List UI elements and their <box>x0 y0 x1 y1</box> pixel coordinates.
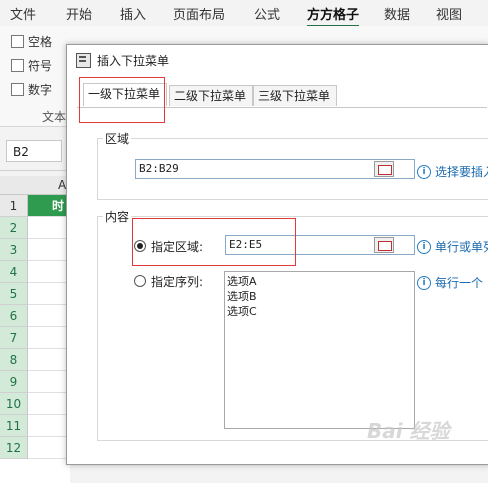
tab-formulas[interactable]: 公式 <box>254 4 280 23</box>
cell[interactable] <box>28 349 70 371</box>
cell[interactable] <box>28 393 70 415</box>
sequence-item: 选项C <box>227 305 257 318</box>
checkbox-number-label: 数字 <box>28 83 53 97</box>
cell[interactable] <box>28 283 70 305</box>
range-picker-icon[interactable] <box>374 161 394 177</box>
highlight-box-tab <box>79 77 165 123</box>
column-header-a[interactable]: A <box>58 178 66 192</box>
cell[interactable] <box>28 371 70 393</box>
divider <box>0 170 70 171</box>
row-header[interactable]: 11 <box>0 415 28 437</box>
tab-view[interactable]: 视图 <box>436 4 462 23</box>
row-header[interactable]: 10 <box>0 393 28 415</box>
radio-sequence-label: 指定序列: <box>151 275 204 289</box>
tab-data[interactable]: 数据 <box>384 4 410 23</box>
range-picker-icon[interactable] <box>374 237 394 253</box>
group-label-text: 文本 <box>42 110 67 124</box>
tab-page-layout[interactable]: 页面布局 <box>173 4 225 23</box>
row-header[interactable]: 7 <box>0 327 28 349</box>
row-header[interactable]: 4 <box>0 261 28 283</box>
highlight-box-range <box>132 218 296 266</box>
content-group-label: 内容 <box>103 208 132 225</box>
checkbox-space-label: 空格 <box>28 35 53 49</box>
checkbox-symbol-label: 符号 <box>28 59 53 73</box>
checkbox-number[interactable] <box>11 83 24 96</box>
name-box[interactable]: B2 <box>6 140 62 162</box>
cell[interactable] <box>28 217 70 239</box>
sequence-item: 选项A <box>227 275 257 288</box>
row-header[interactable]: 2 <box>0 217 28 239</box>
cell-a1[interactable]: 时 <box>28 195 70 217</box>
info-icon: i <box>417 276 431 290</box>
cell[interactable] <box>28 327 70 349</box>
radio-sequence[interactable] <box>134 275 146 287</box>
tab-fangfang[interactable]: 方方格子 <box>307 4 360 28</box>
column-header-row: A <box>0 176 70 195</box>
cell[interactable] <box>28 415 70 437</box>
row-header[interactable]: 12 <box>0 437 28 459</box>
sequence-item: 选项B <box>227 290 257 303</box>
tab-level-2[interactable]: 二级下拉菜单 <box>169 85 253 106</box>
cell[interactable] <box>28 239 70 261</box>
cell[interactable] <box>28 305 70 327</box>
row-header[interactable]: 9 <box>0 371 28 393</box>
cell[interactable] <box>28 261 70 283</box>
row-header[interactable]: 1 <box>0 195 28 217</box>
watermark-logo: Bai 经验 <box>367 419 450 443</box>
tab-home[interactable]: 开始 <box>66 4 92 23</box>
info-icon: i <box>417 165 431 179</box>
sheet-grid: 1 时 2 3 4 5 6 7 8 9 10 11 12 <box>0 195 70 483</box>
checkbox-symbol[interactable] <box>11 59 24 72</box>
app-icon <box>76 53 91 68</box>
tab-insert[interactable]: 插入 <box>120 4 146 23</box>
region-input[interactable]: B2:B29 <box>135 159 415 179</box>
row-header[interactable]: 8 <box>0 349 28 371</box>
tab-level-3[interactable]: 三级下拉菜单 <box>253 85 337 106</box>
row-header[interactable]: 6 <box>0 305 28 327</box>
cell[interactable] <box>28 437 70 459</box>
region-hint: 选择要插入 <box>435 165 488 179</box>
row-header[interactable]: 5 <box>0 283 28 305</box>
insert-dropdown-dialog: 插入下拉菜单 一级下拉菜单 二级下拉菜单 三级下拉菜单 区域 B2:B29 i … <box>66 44 488 465</box>
info-icon: i <box>417 240 431 254</box>
region-group-label: 区域 <box>103 130 132 147</box>
checkbox-space[interactable] <box>11 35 24 48</box>
ribbon-tab-bar: 文件 开始 插入 页面布局 公式 方方格子 数据 视图 <box>0 0 488 28</box>
row-header[interactable]: 3 <box>0 239 28 261</box>
tab-file[interactable]: 文件 <box>10 4 36 23</box>
sequence-textarea[interactable]: 选项A 选项B 选项C <box>224 271 415 429</box>
dialog-titlebar[interactable]: 插入下拉菜单 <box>67 45 488 75</box>
dialog-title: 插入下拉菜单 <box>97 54 170 68</box>
range-hint: 单行或单列 <box>435 240 488 254</box>
sequence-hint: 每行一个 <box>435 276 484 290</box>
